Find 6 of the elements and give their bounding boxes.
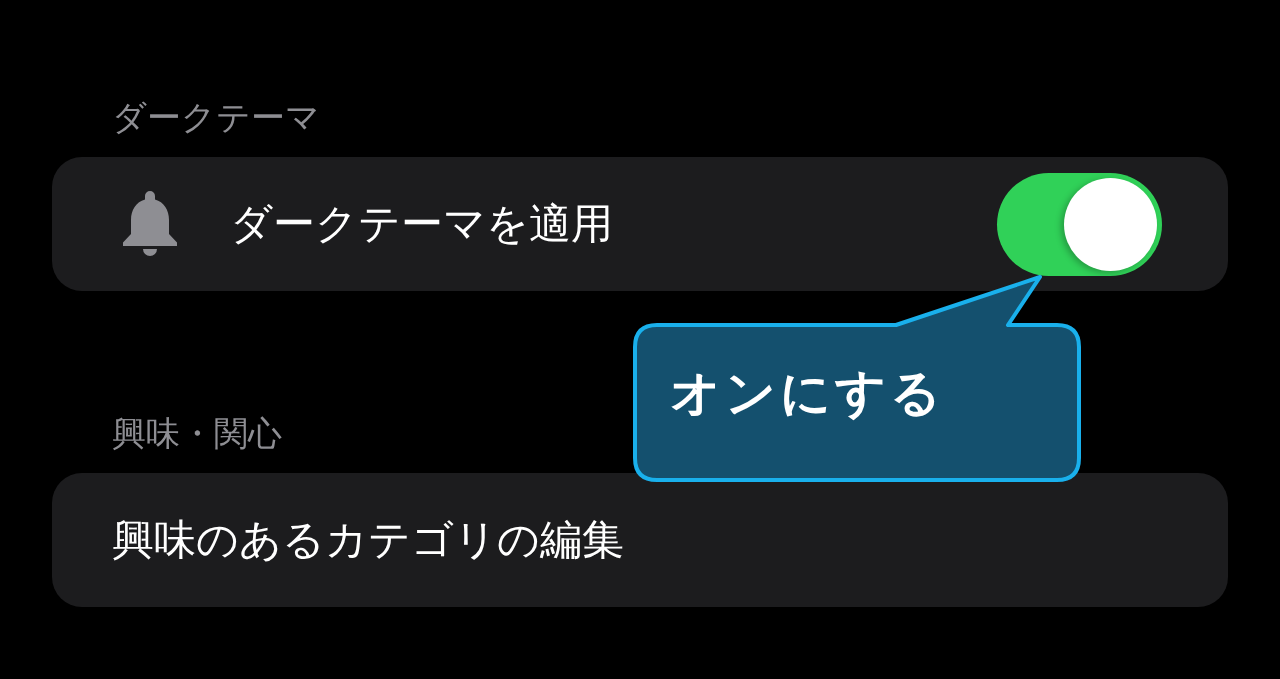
row-label: ダークテーマを適用 bbox=[230, 198, 614, 250]
bell-icon bbox=[122, 191, 178, 257]
settings-row[interactable]: 興味のあるカテゴリの編集 bbox=[52, 473, 1228, 607]
callout-text: オンにする bbox=[670, 364, 945, 422]
section-header: ダークテーマ bbox=[111, 97, 321, 137]
section-header: 興味・関心 bbox=[111, 413, 283, 453]
